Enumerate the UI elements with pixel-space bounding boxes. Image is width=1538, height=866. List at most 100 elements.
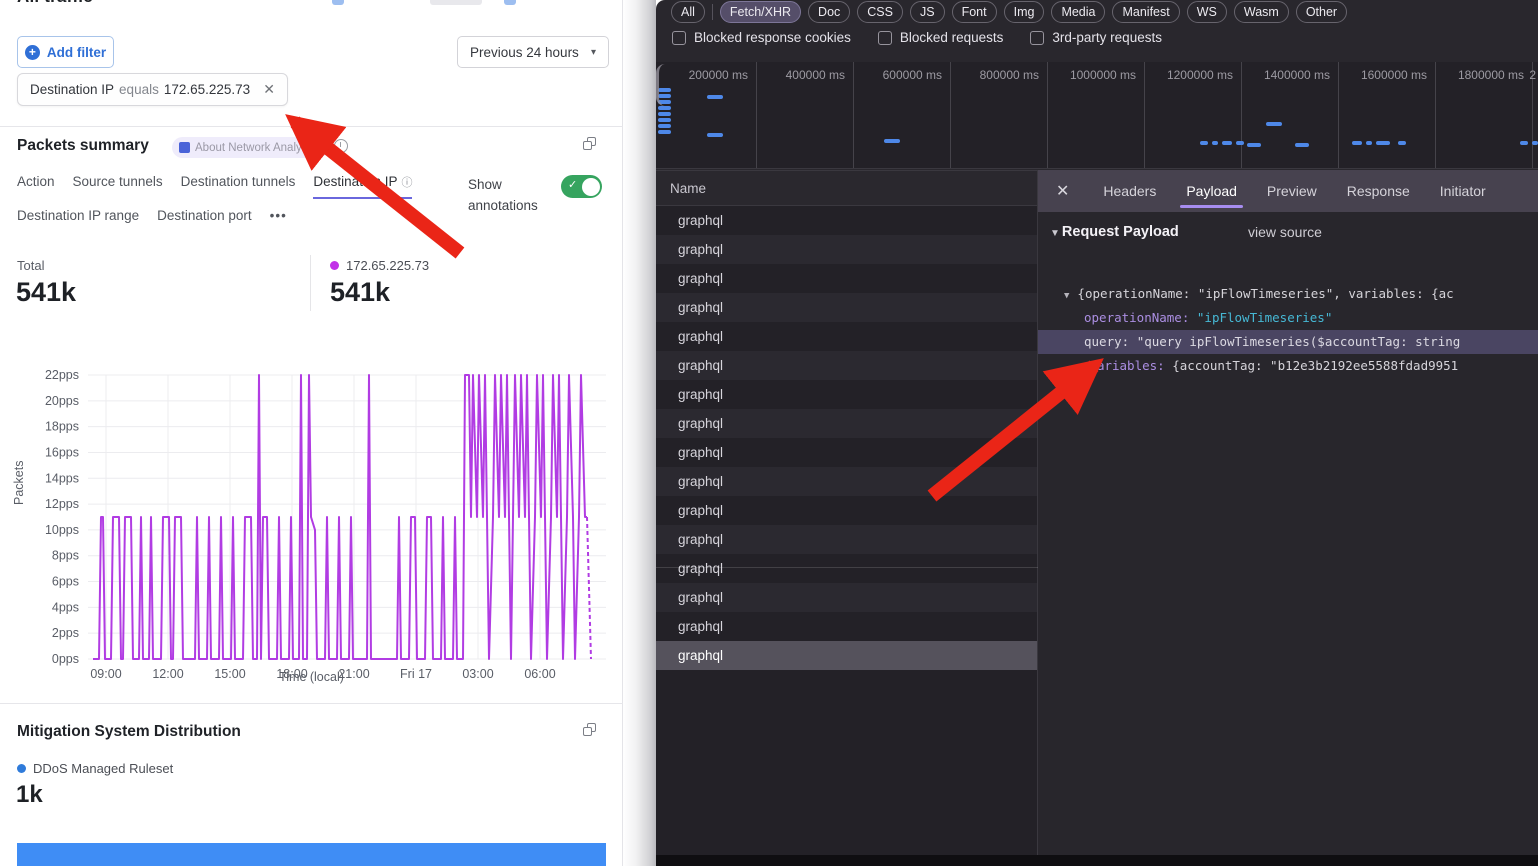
filter-checkbox[interactable]: Blocked response cookies	[672, 30, 851, 45]
svg-text:8pps: 8pps	[52, 549, 79, 563]
tab-initiator[interactable]: Initiator	[1440, 170, 1486, 212]
filter-checkbox[interactable]: 3rd-party requests	[1030, 30, 1162, 45]
add-filter-label: Add filter	[47, 45, 106, 60]
view-source-link[interactable]: view source	[1248, 220, 1322, 244]
payload-row-operation-name[interactable]: operationName: "ipFlowTimeseries"	[1038, 306, 1538, 330]
waterfall-bar	[1520, 141, 1528, 145]
tab-destination-port[interactable]: Destination port	[157, 208, 252, 230]
dimension-tabs-row1: Action Source tunnels Destination tunnel…	[17, 174, 412, 199]
mitigation-value: 1k	[16, 781, 43, 809]
checkbox-icon	[1030, 31, 1044, 45]
svg-text:18pps: 18pps	[45, 420, 79, 434]
request-row[interactable]: graphql	[656, 525, 1037, 554]
request-row[interactable]: graphql	[656, 409, 1037, 438]
request-row[interactable]: graphql	[656, 293, 1037, 322]
book-icon	[179, 142, 190, 153]
request-row[interactable]: graphql	[656, 438, 1037, 467]
about-network-analytics-link[interactable]: About Network Analytics	[172, 137, 329, 158]
clock-icon[interactable]	[334, 139, 348, 153]
request-type-filters: All Fetch/XHR Doc CSS JS Font Img Media Manife…	[671, 1, 1347, 23]
request-row[interactable]: graphql	[656, 351, 1037, 380]
request-row[interactable]: graphql	[656, 583, 1037, 612]
tab-response[interactable]: Response	[1347, 170, 1410, 212]
tab-payload[interactable]: Payload	[1186, 170, 1237, 212]
add-filter-button[interactable]: + Add filter	[17, 36, 114, 68]
tab-destination-ip-range[interactable]: Destination IP range	[17, 208, 139, 230]
more-tabs-button[interactable]: •••	[270, 208, 287, 230]
payload-object-preview[interactable]: ▼{operationName: "ipFlowTimeseries", var…	[1038, 282, 1538, 306]
tab-destination-tunnels[interactable]: Destination tunnels	[181, 174, 296, 199]
request-row[interactable]: graphql	[656, 322, 1037, 351]
timeline-tick: 1000000 ms	[1048, 62, 1145, 168]
tab-destination-ip[interactable]: Destination IPⓘ	[313, 174, 412, 199]
filter-pill[interactable]: CSS	[857, 1, 903, 23]
svg-text:22pps: 22pps	[45, 368, 79, 382]
svg-text:20pps: 20pps	[45, 394, 79, 408]
filter-pill[interactable]: Img	[1004, 1, 1045, 23]
expand-card-icon[interactable]	[583, 723, 596, 736]
name-column-header[interactable]: Name	[656, 170, 1037, 206]
expand-card-icon[interactable]	[583, 137, 596, 150]
tab-action[interactable]: Action	[17, 174, 55, 199]
series-dot	[330, 261, 339, 270]
request-detail-panel: ✕ Headers Payload Preview Response Initi…	[1038, 170, 1538, 856]
tab-source-tunnels[interactable]: Source tunnels	[73, 174, 163, 199]
expander-open-icon[interactable]: ▼	[1050, 228, 1060, 239]
devtools-bottom-strip	[656, 855, 1538, 866]
total-value: 541k	[16, 277, 76, 308]
timeline-tick-overflow: 2	[1529, 68, 1536, 82]
request-row[interactable]: graphql	[656, 612, 1037, 641]
request-row[interactable]: graphql	[656, 380, 1037, 409]
request-row[interactable]: graphql	[656, 496, 1037, 525]
packets-timeseries-chart: 0pps2pps4pps6pps8pps10pps12pps14pps16pps…	[0, 355, 640, 700]
tab-headers[interactable]: Headers	[1103, 170, 1156, 212]
filter-pill[interactable]: WS	[1187, 1, 1227, 23]
divider	[0, 703, 623, 704]
request-row[interactable]: graphql	[656, 467, 1037, 496]
request-row[interactable]: graphql	[656, 554, 1037, 583]
remove-filter-icon[interactable]: ✕	[263, 81, 275, 98]
waterfall-bar	[884, 139, 900, 143]
waterfall-bar	[1376, 141, 1390, 145]
expander-open-icon[interactable]: ▼	[1064, 291, 1069, 301]
filter-pill[interactable]: Font	[952, 1, 997, 23]
timeline-tick: 1200000 ms	[1145, 62, 1242, 168]
filter-pill[interactable]: JS	[910, 1, 945, 23]
show-annotations-label: Show annotations	[468, 175, 554, 217]
timeline-tick: 400000 ms	[757, 62, 854, 168]
check-icon: ✓	[568, 178, 577, 191]
request-row[interactable]: graphql	[656, 235, 1037, 264]
filter-pill-all[interactable]: All	[671, 1, 705, 23]
devtools-network-panel: All Fetch/XHR Doc CSS JS Font Img Media Manife…	[656, 0, 1538, 866]
tab-preview[interactable]: Preview	[1267, 170, 1317, 212]
filter-chip[interactable]: Destination IP equals 172.65.225.73 ✕	[17, 73, 288, 106]
filter-pill-fetch-xhr[interactable]: Fetch/XHR	[720, 1, 801, 23]
filter-checkbox[interactable]: Blocked requests	[878, 30, 1004, 45]
filter-pill[interactable]: Manifest	[1112, 1, 1179, 23]
filter-pill[interactable]: Media	[1051, 1, 1105, 23]
requests-list-panel: Name graphql graphql graphql graphql	[656, 170, 1038, 856]
request-row[interactable]: graphql	[656, 641, 1037, 670]
waterfall-bar	[1532, 141, 1538, 145]
close-icon[interactable]: ✕	[1056, 181, 1069, 201]
filter-pill[interactable]: Wasm	[1234, 1, 1289, 23]
time-range-dropdown[interactable]: Previous 24 hours ▾	[457, 36, 609, 68]
timeline-grip[interactable]	[656, 64, 665, 106]
filter-pill[interactable]: Other	[1296, 1, 1347, 23]
svg-text:12pps: 12pps	[45, 497, 79, 511]
payload-row-query[interactable]: query: "query ipFlowTimeseries($accountT…	[1038, 330, 1538, 354]
toggle-knob	[582, 178, 600, 196]
series-label: 172.65.225.73	[346, 258, 429, 273]
filter-pill[interactable]: Doc	[808, 1, 850, 23]
svg-text:6pps: 6pps	[52, 575, 79, 589]
request-row[interactable]: graphql	[656, 264, 1037, 293]
timeline-tick: 1800000 ms	[1436, 62, 1533, 168]
request-row[interactable]: graphql	[656, 206, 1037, 235]
timeline-tick: 1600000 ms	[1339, 62, 1436, 168]
payload-row-variables[interactable]: ▶variables: {accountTag: "b12e3b2192ee55…	[1038, 354, 1538, 378]
network-overview-timeline[interactable]: 200000 ms400000 ms600000 ms800000 ms1000…	[656, 62, 1538, 169]
detail-tab-bar: ✕ Headers Payload Preview Response Initi…	[1038, 170, 1538, 212]
waterfall-bar	[658, 130, 671, 134]
show-annotations-toggle[interactable]: ✓	[561, 175, 602, 198]
expander-closed-icon[interactable]: ▶	[1076, 363, 1081, 373]
